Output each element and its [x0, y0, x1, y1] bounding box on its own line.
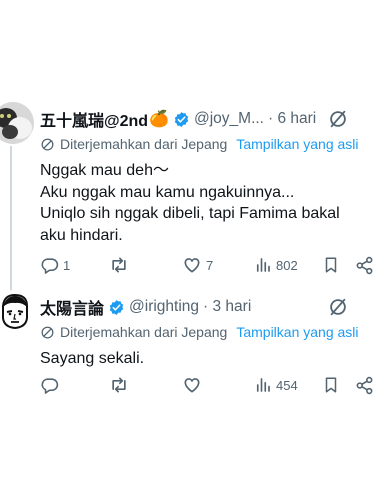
reply-icon	[40, 376, 59, 395]
reply-icon	[40, 256, 59, 275]
orange-emoji: 🍊	[149, 111, 169, 128]
views-count: 454	[276, 377, 298, 393]
heart-icon	[182, 255, 202, 275]
like-button[interactable]: 7	[182, 254, 213, 276]
tweet-text-line: aku hindari.	[40, 226, 123, 244]
verified-badge-icon	[108, 299, 125, 316]
tweet-actions: 1 7 802	[40, 254, 375, 276]
tweet-header: 五十嵐瑞@2nd 🍊 @joy_M... · 6 hari	[40, 108, 367, 130]
tweet-actions: 454	[40, 374, 375, 396]
tweet-text: Sayang sekali.	[40, 348, 144, 370]
views-button[interactable]: 802	[254, 254, 298, 276]
show-original-link[interactable]: Tampilkan yang asli	[236, 136, 358, 152]
avatar[interactable]	[0, 290, 36, 332]
translation-notice: Diterjemahkan dari Jepang Tampilkan yang…	[40, 322, 359, 342]
share-button[interactable]	[355, 254, 374, 276]
share-icon	[355, 376, 374, 395]
retweet-button[interactable]	[109, 254, 133, 276]
translate-icon	[40, 325, 55, 340]
bookmark-button[interactable]	[322, 374, 340, 396]
display-name[interactable]: 五十嵐瑞@2nd	[40, 107, 148, 131]
tweet-text-line: Aku nggak mau kamu ngakuinnya...	[40, 183, 295, 201]
translated-label: Diterjemahkan dari Jepang	[60, 324, 228, 340]
heart-icon	[182, 375, 202, 395]
tweet-text-line: Nggak mau deh〜	[40, 162, 169, 179]
retweet-button[interactable]	[109, 374, 133, 396]
avatar[interactable]	[0, 102, 34, 144]
tweet-text: Nggak mau deh〜 Aku nggak mau kamu ngakui…	[40, 160, 340, 246]
translation-notice: Diterjemahkan dari Jepang Tampilkan yang…	[40, 134, 359, 154]
show-original-link[interactable]: Tampilkan yang asli	[236, 324, 358, 340]
views-count: 802	[276, 257, 298, 273]
like-button[interactable]	[182, 374, 206, 396]
translated-label: Diterjemahkan dari Jepang	[60, 136, 228, 152]
tweet-text-line: Sayang sekali.	[40, 350, 145, 367]
translate-icon	[40, 137, 55, 152]
grok-icon[interactable]	[327, 108, 349, 130]
reply-button[interactable]	[40, 374, 63, 396]
verified-badge-icon	[173, 111, 190, 128]
tweet[interactable]: 五十嵐瑞@2nd 🍊 @joy_M... · 6 hari Diterjemah…	[0, 100, 375, 288]
reply-count: 1	[63, 257, 71, 273]
tweet-text-line: Uniqlo sih nggak dibeli, tapi Famima bak…	[40, 205, 340, 223]
retweet-icon	[109, 375, 129, 395]
views-icon	[254, 256, 272, 274]
bookmark-button[interactable]	[322, 254, 340, 276]
like-count: 7	[206, 257, 214, 273]
timestamp[interactable]: · 6 hari	[268, 110, 316, 128]
views-icon	[254, 376, 272, 394]
retweet-icon	[109, 255, 129, 275]
user-handle[interactable]: @irighting	[129, 298, 199, 316]
views-button[interactable]: 454	[254, 374, 298, 396]
timestamp[interactable]: · 3 hari	[203, 298, 251, 316]
reply-button[interactable]: 1	[40, 254, 70, 276]
share-button[interactable]	[355, 374, 374, 396]
share-icon	[355, 256, 374, 275]
bookmark-icon	[322, 255, 340, 275]
tweet-header: 太陽言論 @irighting · 3 hari	[40, 296, 367, 318]
display-name[interactable]: 太陽言論	[40, 295, 104, 319]
grok-icon[interactable]	[327, 296, 349, 318]
user-handle[interactable]: @joy_M...	[194, 110, 264, 128]
tweet[interactable]: 太陽言論 @irighting · 3 hari Diterjemahkan d…	[0, 288, 375, 408]
bookmark-icon	[322, 375, 340, 395]
